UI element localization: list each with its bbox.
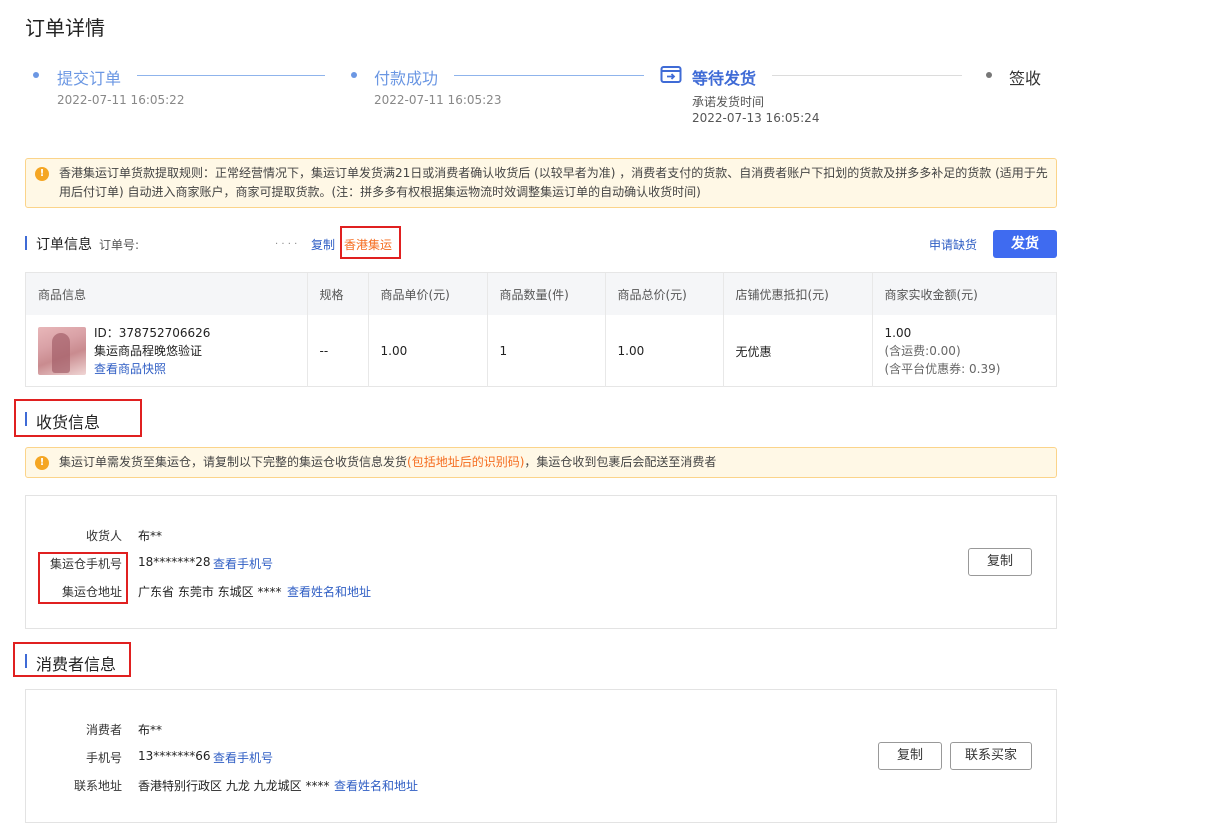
col-header: 商家实收金额(元) bbox=[872, 273, 1056, 315]
step-dot-paid bbox=[351, 72, 357, 78]
order-no-label: 订单号: bbox=[99, 238, 140, 252]
consumer-name-label: 消费者 bbox=[85, 723, 122, 737]
notice-highlight: (包括地址后的识别码) bbox=[407, 455, 525, 469]
step-line-2 bbox=[454, 75, 644, 76]
table-row: ID：378752706626 集运商品程晚悠验证 查看商品快照 -- 1.00… bbox=[26, 315, 1056, 387]
consumer-address-value: 香港特别行政区 九龙 九龙城区 **** bbox=[138, 779, 330, 793]
product-thumbnail[interactable] bbox=[38, 327, 86, 375]
discount-cell: 无优惠 bbox=[723, 315, 873, 387]
ship-button[interactable]: 发货 bbox=[993, 230, 1057, 258]
col-header: 商品总价(元) bbox=[605, 273, 724, 315]
warehouse-phone-value: 18*******28 bbox=[138, 555, 211, 569]
notice-text: ，集运仓收到包裹后会配送至消费者 bbox=[524, 455, 717, 469]
goods-table: 商品信息 规格 商品单价(元) 商品数量(件) 商品总价(元) 店铺优惠抵扣(元… bbox=[25, 272, 1057, 387]
consumer-phone-value: 13*******66 bbox=[138, 749, 211, 763]
apply-shortage-link[interactable]: 申请缺货 bbox=[929, 236, 977, 253]
col-header: 商品单价(元) bbox=[368, 273, 488, 315]
notice-text: 集运订单需发货至集运仓，请复制以下完整的集运仓收货信息发货 bbox=[59, 455, 408, 469]
step-paid-label: 付款成功 bbox=[374, 69, 439, 88]
warehouse-address-value: 广东省 东莞市 东城区 **** bbox=[138, 585, 282, 599]
consumer-name-value: 布** bbox=[138, 723, 163, 737]
view-snapshot-link[interactable]: 查看商品快照 bbox=[94, 360, 210, 378]
view-consumer-phone-link[interactable]: 查看手机号 bbox=[213, 749, 273, 766]
view-phone-link[interactable]: 查看手机号 bbox=[213, 555, 273, 572]
step-paid-time: 2022-07-11 16:05:23 bbox=[374, 93, 502, 107]
copy-consumer-button[interactable]: 复制 bbox=[878, 742, 942, 770]
shipping-info-title: 收货信息 bbox=[36, 413, 101, 432]
total-cell: 1.00 bbox=[605, 315, 724, 387]
consumer-phone-label: 手机号 bbox=[85, 751, 122, 765]
receiver-label: 收货人 bbox=[85, 529, 122, 543]
warning-icon: ! bbox=[35, 167, 49, 181]
step-submitted-label: 提交订单 bbox=[57, 69, 122, 88]
col-header: 规格 bbox=[307, 273, 369, 315]
contact-buyer-button[interactable]: 联系买家 bbox=[950, 742, 1032, 770]
view-name-address-link[interactable]: 查看姓名和地址 bbox=[287, 583, 371, 600]
view-consumer-name-address-link[interactable]: 查看姓名和地址 bbox=[334, 777, 418, 794]
col-header: 商品信息 bbox=[26, 273, 308, 315]
col-header: 店铺优惠抵扣(元) bbox=[723, 273, 873, 315]
product-name: 集运商品程晚悠验证 bbox=[94, 344, 203, 358]
step-line-1 bbox=[137, 75, 325, 76]
warehouse-phone-label: 集运仓手机号 bbox=[49, 557, 122, 571]
col-header: 商品数量(件) bbox=[487, 273, 606, 315]
step-dot-received bbox=[986, 72, 992, 78]
copy-order-no-link[interactable]: 复制 bbox=[311, 236, 335, 253]
goods-table-header: 商品信息 规格 商品单价(元) 商品数量(件) 商品总价(元) 店铺优惠抵扣(元… bbox=[26, 273, 1056, 315]
shipping-box-icon bbox=[660, 64, 682, 84]
quantity-cell: 1 bbox=[487, 315, 606, 387]
goods-info-cell: ID：378752706626 集运商品程晚悠验证 查看商品快照 bbox=[26, 315, 308, 387]
step-awaiting-time: 2022-07-13 16:05:24 bbox=[692, 111, 820, 125]
consolidation-notice: ! 集运订单需发货至集运仓，请复制以下完整的集运仓收货信息发货(包括地址后的识别… bbox=[25, 447, 1057, 478]
warehouse-address-label: 集运仓地址 bbox=[61, 585, 122, 599]
order-info-title: 订单信息 bbox=[36, 237, 92, 253]
spec-cell: -- bbox=[307, 315, 369, 387]
warning-icon: ! bbox=[35, 456, 49, 470]
page-title: 订单详情 bbox=[25, 16, 105, 40]
step-awaiting-sub: 承诺发货时间 bbox=[692, 95, 765, 109]
received-amount: 1.00 bbox=[884, 326, 912, 340]
receiver-value: 布** bbox=[138, 529, 163, 543]
shipping-fee-note: (含运费:0.00) bbox=[884, 344, 961, 358]
step-received-label: 签收 bbox=[1009, 69, 1042, 88]
order-no-value: . . . . bbox=[275, 236, 298, 247]
payment-rule-notice: ! 香港集运订单货款提取规则：正常经营情况下，集运订单发货满21日或消费者确认收… bbox=[25, 158, 1057, 208]
step-dot-submitted bbox=[33, 72, 39, 78]
consolidation-notice-text: 集运订单需发货至集运仓，请复制以下完整的集运仓收货信息发货(包括地址后的识别码)… bbox=[59, 453, 1049, 472]
consumer-info-title: 消费者信息 bbox=[36, 655, 117, 674]
payment-rule-text: 香港集运订单货款提取规则：正常经营情况下，集运订单发货满21日或消费者确认收货后… bbox=[59, 166, 1048, 199]
step-submitted-time: 2022-07-11 16:05:22 bbox=[57, 93, 185, 107]
section-marker bbox=[25, 236, 27, 250]
step-awaiting-shipment-label: 等待发货 bbox=[692, 69, 757, 88]
unit-price-cell: 1.00 bbox=[368, 315, 488, 387]
hk-consolidation-tag: 香港集运 bbox=[344, 238, 393, 252]
received-amount-cell: 1.00 (含运费:0.00) (含平台优惠券: 0.39) bbox=[872, 315, 1056, 387]
product-id: ID：378752706626 bbox=[94, 326, 211, 340]
copy-shipping-button[interactable]: 复制 bbox=[968, 548, 1032, 576]
section-marker bbox=[25, 654, 27, 668]
section-marker bbox=[25, 412, 27, 426]
platform-coupon-note: (含平台优惠券: 0.39) bbox=[884, 362, 1001, 376]
consumer-address-label: 联系地址 bbox=[73, 779, 122, 793]
step-line-3 bbox=[772, 75, 962, 76]
